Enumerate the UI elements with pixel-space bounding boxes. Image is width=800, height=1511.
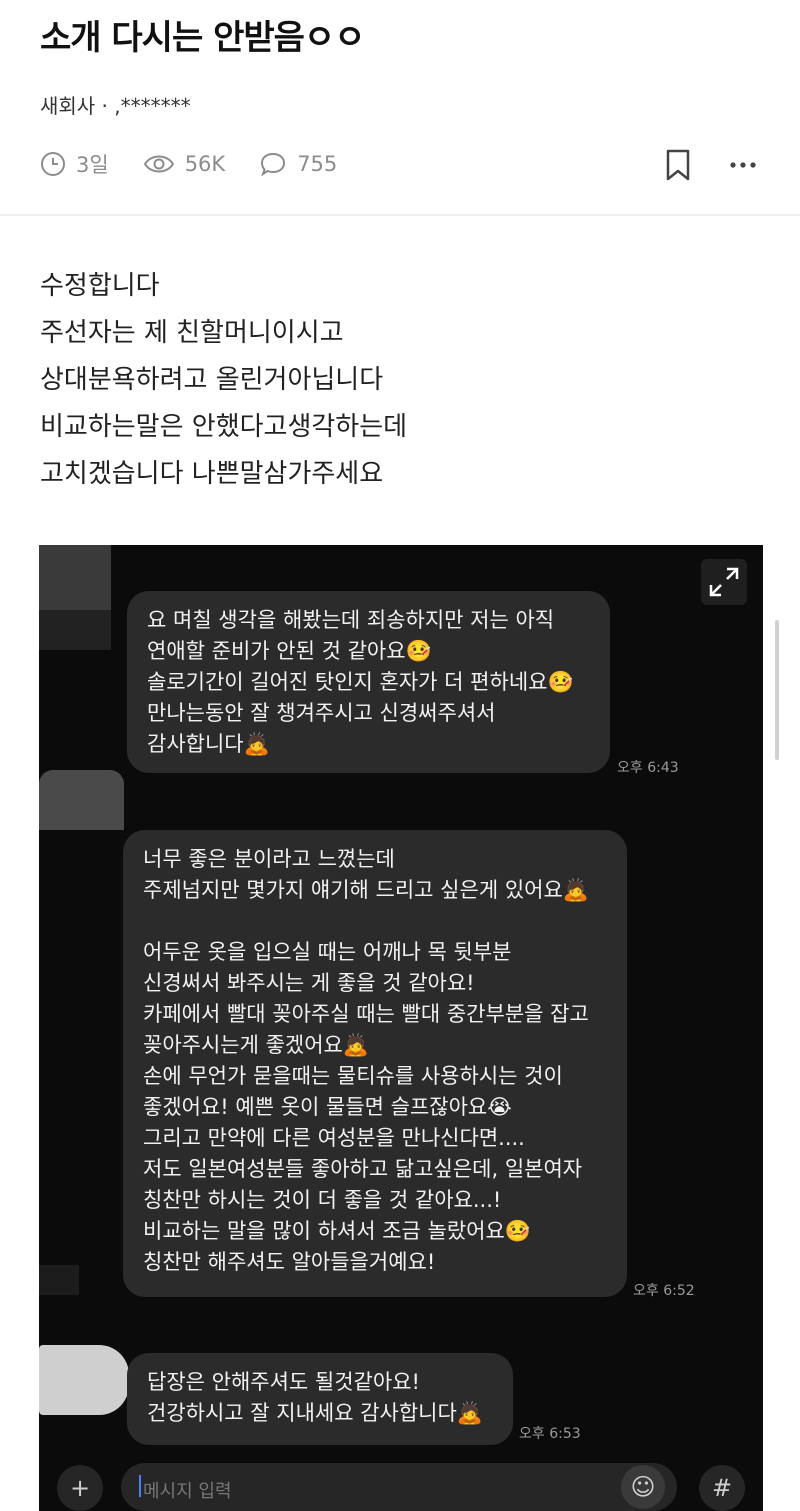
hash-icon[interactable]: #	[699, 1465, 745, 1511]
message-line: 카페에서 빨대 꽂아주실 때는 빨대 중간부분을 잡고	[143, 1002, 589, 1026]
comments-count: 755	[297, 152, 338, 176]
mosaic-block	[39, 545, 111, 610]
message-bubble: 답장은 안해주셔도 될것같아요! 건강하시고 잘 지내세요 감사합니다🙇	[127, 1353, 513, 1445]
chat-screenshot[interactable]: 요 며칠 생각을 해봤는데 죄송하지만 저는 아직 연애할 준비가 안된 것 같…	[39, 545, 763, 1511]
author-info[interactable]: 새회사 · ,*******	[40, 90, 191, 119]
message-time: 오후 6:52	[633, 1283, 695, 1299]
plus-icon[interactable]: +	[57, 1465, 103, 1511]
body-line: 수정합니다	[40, 271, 160, 301]
message-line: 감사합니다🙇	[147, 732, 270, 756]
message-line: 건강하시고 잘 지내세요 감사합니다🙇	[147, 1401, 483, 1425]
message-time: 오후 6:43	[617, 760, 679, 776]
message-line: 좋겠어요! 예쁜 옷이 물들면 슬프잖아요😭	[143, 1095, 512, 1119]
message-line: 그리고 만약에 다른 여성분을 만나신다면....	[143, 1126, 525, 1150]
body-line: 상대분욕하려고 올린거아닙니다	[40, 365, 384, 395]
views-meta: 56K	[143, 152, 226, 176]
message-time: 오후 6:53	[519, 1426, 581, 1442]
post-meta: 3일 56K 755	[40, 146, 337, 182]
header-divider	[0, 214, 800, 216]
message-line: 칭찬만 하시는 것이 더 좋을 것 같아요...!	[143, 1188, 502, 1212]
more-options-icon[interactable]	[726, 150, 760, 180]
clock-icon	[40, 151, 66, 177]
emoji-icon[interactable]: ☺	[621, 1465, 665, 1509]
scrollbar[interactable]	[775, 620, 779, 760]
text-caret	[139, 1475, 141, 1497]
message-line: 꽂아주시는게 좋겠어요🙇	[143, 1033, 370, 1057]
body-line: 주선자는 제 친할머니이시고	[40, 318, 344, 348]
body-line: 비교하는말은 안했다고생각하는데	[40, 412, 408, 442]
time-text: 3일	[76, 153, 109, 177]
message-line: 너무 좋은 분이라고 느꼈는데	[143, 847, 395, 871]
post-body: 수정합니다 주선자는 제 친할머니이시고 상대분욕하려고 올린거아닙니다 비교하…	[40, 263, 407, 498]
message-line: 연애할 준비가 안된 것 같아요🤒	[147, 639, 432, 663]
message-line	[143, 906, 607, 937]
comment-icon	[259, 151, 287, 177]
message-line: 칭찬만 해주셔도 알아들을거예요!	[143, 1250, 436, 1274]
message-line: 만나는동안 잘 챙겨주시고 신경써주셔서	[147, 701, 496, 725]
message-line: 주제넘지만 몇가지 얘기해 드리고 싶은게 있어요🙇	[143, 878, 589, 902]
mosaic-block	[39, 770, 124, 830]
message-input-placeholder: 메시지 입력	[143, 1481, 232, 1502]
mosaic-block	[39, 610, 111, 650]
expand-icon[interactable]	[701, 559, 747, 605]
mosaic-block	[39, 1345, 129, 1415]
chat-input-bar: + 메시지 입력 ☺ #	[39, 1461, 763, 1511]
message-bubble: 요 며칠 생각을 해봤는데 죄송하지만 저는 아직 연애할 준비가 안된 것 같…	[127, 591, 610, 773]
message-input[interactable]: 메시지 입력 ☺	[121, 1463, 677, 1511]
mosaic-block	[39, 1265, 79, 1295]
message-line: 요 며칠 생각을 해봤는데 죄송하지만 저는 아직	[147, 608, 555, 632]
time-meta: 3일	[40, 149, 109, 179]
post-title: 소개 다시는 안받음ㅇㅇ	[40, 18, 365, 58]
message-line: 신경써서 봐주시는 게 좋을 것 같아요!	[143, 971, 475, 995]
eye-icon	[143, 153, 175, 175]
message-line: 비교하는 말을 많이 하셔서 조금 놀랐어요🤒	[143, 1219, 531, 1243]
body-line: 고치겠습니다 나쁜말삼가주세요	[40, 459, 384, 489]
views-count: 56K	[184, 152, 226, 176]
message-line: 어두운 옷을 입으실 때는 어깨나 목 뒷부분	[143, 940, 512, 964]
message-line: 솔로기간이 길어진 탓인지 혼자가 더 편하네요🤒	[147, 670, 574, 694]
message-bubble: 너무 좋은 분이라고 느꼈는데 주제넘지만 몇가지 얘기해 드리고 싶은게 있어…	[123, 830, 627, 1297]
message-line: 손에 무언가 묻을때는 물티슈를 사용하시는 것이	[143, 1064, 563, 1088]
comments-meta[interactable]: 755	[259, 151, 337, 177]
message-line: 저도 일본여성분들 좋아하고 닮고싶은데, 일본여자	[143, 1157, 583, 1181]
message-line: 답장은 안해주셔도 될것같아요!	[147, 1370, 420, 1394]
bookmark-icon[interactable]	[664, 148, 692, 182]
